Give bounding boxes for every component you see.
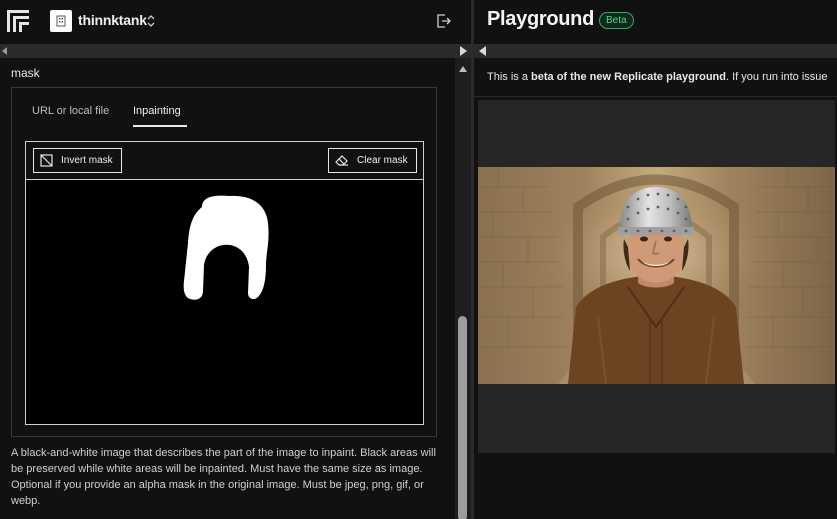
invert-icon bbox=[40, 154, 53, 167]
horizontal-scrollbar-right[interactable] bbox=[474, 44, 837, 58]
output-panel bbox=[478, 100, 835, 453]
output-pane: Playground Beta This is a beta of the ne… bbox=[474, 0, 837, 519]
mask-description: A black-and-white image that describes t… bbox=[11, 447, 436, 507]
beta-notice: This is a beta of the new Replicate play… bbox=[487, 71, 828, 83]
vertical-scrollbar[interactable] bbox=[455, 58, 471, 519]
divider-line bbox=[474, 96, 837, 97]
eraser-icon bbox=[335, 155, 348, 166]
clear-mask-button[interactable]: Clear mask bbox=[328, 148, 417, 173]
notice-prefix: This is a bbox=[487, 71, 532, 83]
org-name[interactable]: thinnktank bbox=[78, 12, 147, 28]
tab-inpainting[interactable]: Inpainting bbox=[133, 105, 181, 117]
inpainting-canvas: Invert mask Clear mask bbox=[25, 141, 424, 425]
input-pane: thinnktank mask URL or local file Inpain… bbox=[0, 0, 471, 519]
horizontal-scrollbar[interactable] bbox=[0, 44, 471, 58]
active-tab-indicator bbox=[133, 125, 187, 127]
clear-mask-label: Clear mask bbox=[357, 155, 408, 166]
top-bar: thinnktank bbox=[0, 0, 471, 44]
scroll-thumb[interactable] bbox=[458, 316, 467, 519]
notice-suffix: . If you run into issue bbox=[726, 71, 828, 83]
invert-mask-label: Invert mask bbox=[61, 155, 113, 166]
scroll-up-arrow[interactable] bbox=[459, 66, 467, 72]
notice-bold: beta of the new Replicate playground bbox=[531, 71, 726, 83]
beta-badge: Beta bbox=[599, 12, 634, 29]
mask-field-label: mask bbox=[11, 66, 40, 80]
tab-url-or-local-file[interactable]: URL or local file bbox=[32, 105, 109, 117]
mask-tabs: URL or local file Inpainting bbox=[12, 88, 436, 128]
org-avatar[interactable] bbox=[50, 10, 72, 32]
output-image[interactable] bbox=[478, 167, 835, 384]
mask-drawing-area[interactable] bbox=[26, 181, 423, 424]
scroll-right-arrow[interactable] bbox=[460, 46, 467, 56]
scroll-left-arrow[interactable] bbox=[2, 47, 7, 55]
replicate-logo[interactable] bbox=[5, 8, 31, 34]
chevron-updown-icon[interactable] bbox=[146, 13, 156, 29]
building-icon bbox=[56, 15, 66, 27]
scroll-left-arrow[interactable] bbox=[479, 46, 486, 56]
page-title: Playground bbox=[487, 8, 595, 30]
canvas-toolbar: Invert mask Clear mask bbox=[26, 142, 423, 180]
invert-mask-button[interactable]: Invert mask bbox=[33, 148, 122, 173]
mask-input-panel: URL or local file Inpainting Invert mask bbox=[11, 87, 437, 437]
painted-mask-shape bbox=[183, 195, 269, 300]
logout-icon[interactable] bbox=[436, 13, 452, 29]
